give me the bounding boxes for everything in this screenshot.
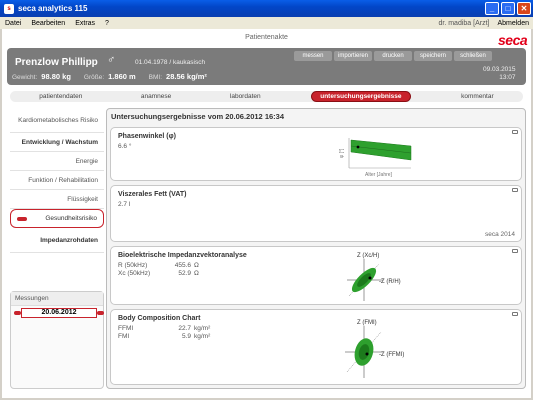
weight-value: 98.80 kg [41, 72, 71, 81]
bmi-value: 28.56 kg/m² [166, 72, 207, 81]
window-titlebar: s seca analytics 115 _ □ ✕ [0, 0, 533, 17]
height-value: 1.860 m [108, 72, 136, 81]
window-title: seca analytics 115 [18, 4, 88, 13]
patient-dob-ethnicity: 01.04.1978 / kaukasisch [135, 59, 206, 66]
biva-y-label: Z (Xc/H) [357, 253, 379, 259]
expand-icon[interactable] [512, 188, 518, 192]
bcc-patient-marker [365, 352, 369, 356]
biva-patient-marker [368, 276, 372, 280]
bcc-chart: Z (FMI) -Z (FFMI) [345, 320, 404, 378]
logout-link[interactable]: Abmelden [497, 20, 533, 27]
sidebar-item-energy[interactable]: Energie [10, 152, 104, 171]
biva-x-label: -Z (R/H) [379, 279, 401, 285]
sidebar-item-impedance[interactable]: Impedanzrohdaten [10, 228, 104, 253]
selection-marker [97, 311, 104, 315]
menu-help[interactable]: ? [100, 20, 114, 27]
vat-title: Viszerales Fett (VAT) [118, 191, 187, 198]
app-content: Patientenakte Prenzlow Phillipp ♂ 01.04.… [2, 29, 532, 398]
patient-toolbar: messen importieren drucken speichern sch… [294, 51, 492, 61]
close-icon[interactable]: ✕ [517, 2, 531, 15]
current-date: 09.03.2015 [483, 66, 516, 73]
selection-marker [14, 311, 21, 315]
menubar: Datei Bearbeiten Extras ? dr. madiba [Ar… [0, 17, 533, 29]
results-title: Untersuchungsergebnisse vom 20.06.2012 1… [111, 112, 284, 121]
current-time: 13:07 [499, 74, 516, 81]
height-label: Größe: [83, 74, 105, 81]
tab-bar: patientendaten anamnese labordaten unter… [10, 91, 523, 102]
weight-label: Gewicht: [12, 74, 38, 81]
male-icon: ♂ [107, 54, 116, 66]
phase-angle-chart: φ [°] Alter [Jahre] [339, 138, 412, 178]
tab-kommentar[interactable]: kommentar [453, 92, 502, 101]
biva-chart: Z (Xc/H) -Z (R/H) [347, 253, 401, 301]
results-panel: Untersuchungsergebnisse vom 20.06.2012 1… [106, 108, 526, 389]
print-button[interactable]: drucken [374, 51, 412, 61]
bcc-y-label: Z (FMI) [357, 320, 377, 326]
x-axis-label: Alter [Jahre] [365, 172, 393, 178]
current-user: dr. madiba [Arzt] [438, 19, 490, 27]
bcc-x-label: -Z (FFMI) [379, 352, 404, 358]
menu-extras[interactable]: Extras [70, 20, 100, 27]
y-axis-label: φ [°] [339, 148, 345, 158]
sidebar-item-function[interactable]: Funktion / Rehabilitation [10, 171, 104, 190]
minimize-icon[interactable]: _ [485, 2, 499, 15]
body-composition-card[interactable]: Body Composition Chart FFMI 22.7 kg/m² F… [110, 309, 522, 385]
measurements-label: Messungen [11, 292, 103, 306]
copyright-note: seca 2014 [485, 231, 515, 238]
measure-button[interactable]: messen [294, 51, 332, 61]
save-button[interactable]: speichern [414, 51, 452, 61]
patient-record-label: Patientenakte [245, 34, 288, 41]
sidebar-item-label: Gesundheitsrisiko [45, 215, 97, 222]
seca-logo: seca [494, 32, 532, 48]
biva-card[interactable]: Bioelektrische Impedanzvektoranalyse R (… [110, 246, 522, 305]
active-indicator [17, 216, 27, 221]
patient-name: Prenzlow Phillipp [15, 57, 98, 68]
maximize-icon[interactable]: □ [501, 2, 515, 15]
measurement-date-item[interactable]: 20.06.2012 [21, 308, 97, 318]
sidebar-item-development[interactable]: Entwicklung / Wachstum [10, 133, 104, 152]
import-button[interactable]: importieren [334, 51, 372, 61]
reference-band [350, 139, 412, 161]
vat-card[interactable]: Viszerales Fett (VAT) 2.7 l seca 2014 [110, 185, 522, 242]
sidebar-item-health-risk[interactable]: Gesundheitsrisiko [10, 209, 104, 228]
current-datetime: 09.03.2015 13:07 [483, 66, 516, 82]
tab-patientendaten[interactable]: patientendaten [31, 92, 90, 101]
patient-marker [356, 145, 360, 149]
tab-labordaten[interactable]: labordaten [222, 92, 269, 101]
vat-value: 2.7 l [118, 201, 131, 208]
seca-app-icon: s [4, 3, 14, 14]
menu-datei[interactable]: Datei [0, 20, 26, 27]
tab-untersuchungsergebnisse[interactable]: untersuchungsergebnisse [311, 91, 411, 102]
patient-bar: Prenzlow Phillipp ♂ 01.04.1978 / kaukasi… [7, 48, 526, 85]
sidebar-item-cardiometabolic[interactable]: Kardiometabolisches Risiko [10, 108, 104, 133]
bmi-label: BMI: [148, 74, 163, 81]
patient-stats: Gewicht: 98.80 kg Größe: 1.860 m BMI: 28… [12, 72, 216, 81]
sidebar-item-fluid[interactable]: Flüssigkeit [10, 190, 104, 209]
measurements-panel: Messungen 20.06.2012 [10, 291, 104, 389]
sidebar: Kardiometabolisches Risiko Entwicklung /… [10, 108, 104, 253]
phase-angle-card[interactable]: Phasenwinkel (φ) 6.6 ° φ [°] Alter [Jahr… [110, 127, 522, 181]
menu-bearbeiten[interactable]: Bearbeiten [26, 20, 70, 27]
tab-anamnese[interactable]: anamnese [133, 92, 179, 101]
close-button[interactable]: schließen [454, 51, 492, 61]
